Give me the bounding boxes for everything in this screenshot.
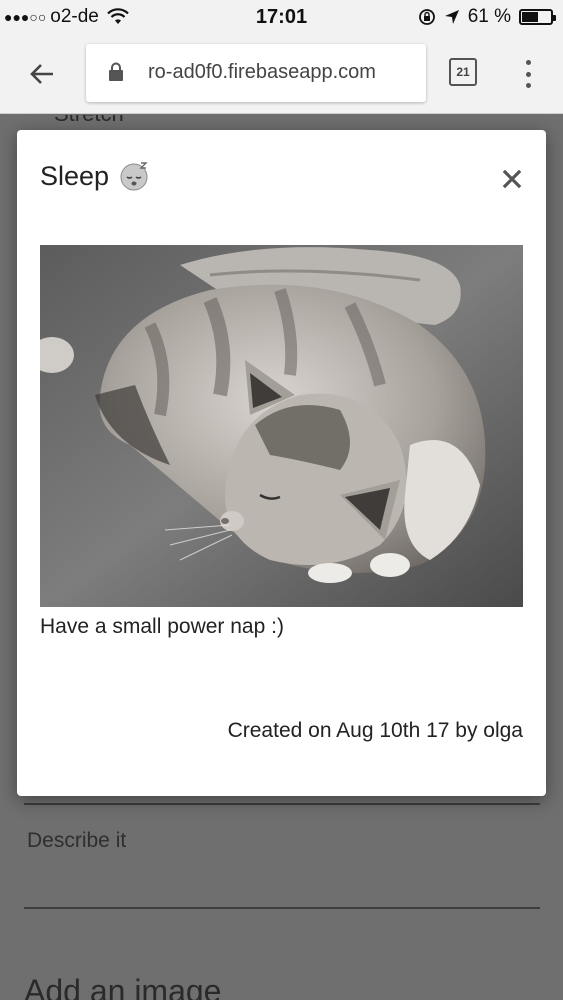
background-stretch-text: Stretch (54, 115, 124, 127)
describe-input[interactable]: Describe it (27, 829, 126, 853)
browser-toolbar: ro-ad0f0.firebaseapp.com 21 (0, 36, 563, 114)
cat-photo (40, 245, 523, 607)
address-bar[interactable]: ro-ad0f0.firebaseapp.com (86, 44, 426, 102)
status-right: 61 % (418, 6, 556, 28)
tab-switcher-button[interactable]: 21 (449, 58, 477, 86)
modal-footer: Created on Aug 10th 17 by olga (227, 719, 523, 742)
battery-level (522, 12, 539, 22)
close-button[interactable] (499, 166, 525, 192)
status-bar: ●●●○○ o2-de 17:01 61 % (0, 0, 563, 36)
sleeping-cat-illustration (40, 245, 523, 607)
modal-title: Sleep (40, 160, 151, 192)
menu-dot (525, 60, 531, 65)
battery-icon (519, 9, 556, 25)
describe-input-underline (24, 907, 540, 909)
back-button[interactable] (22, 56, 62, 92)
more-menu-button[interactable] (518, 56, 538, 92)
url-text: ro-ad0f0.firebaseapp.com (148, 61, 376, 83)
activity-modal: Sleep Have a small power nap:) Created … (17, 130, 546, 796)
background-divider (24, 803, 540, 805)
battery-percent: 61 % (467, 6, 511, 27)
close-icon (502, 169, 522, 189)
url-fade (386, 44, 426, 102)
menu-dot (525, 71, 531, 77)
arrow-left-icon (30, 64, 53, 84)
sleeping-face-emoji-icon (120, 162, 148, 191)
menu-dot (525, 83, 531, 88)
modal-title-text: Sleep (40, 160, 110, 191)
lock-icon (109, 62, 123, 81)
location-icon (444, 10, 459, 24)
rotation-lock-icon (418, 9, 435, 25)
modal-description: Have a small power nap :) (40, 615, 284, 638)
add-image-heading: Add an image (24, 973, 222, 1000)
